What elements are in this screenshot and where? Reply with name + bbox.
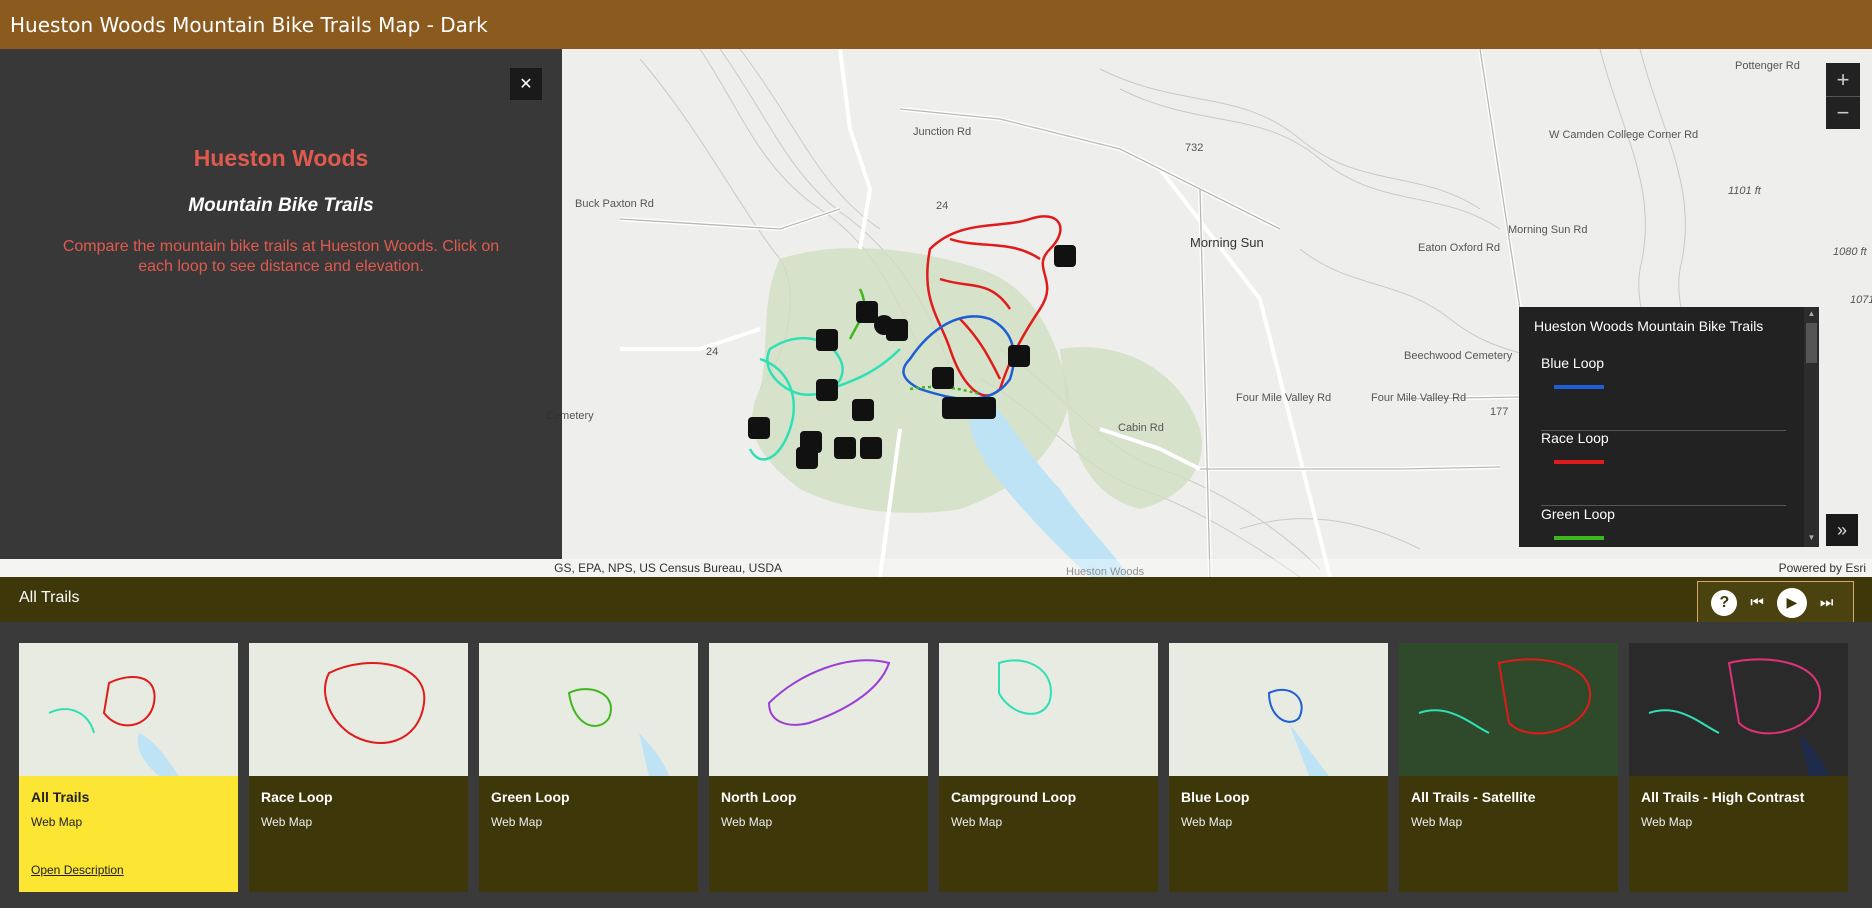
card-type: Web Map	[1181, 815, 1233, 829]
card-type: Web Map	[491, 815, 543, 829]
map-label-177: 177	[1490, 406, 1508, 418]
map-label-elev-1071: 1071	[1850, 294, 1872, 306]
map-label-w-camden: W Camden College Corner Rd	[1549, 129, 1698, 141]
legend-label: Blue Loop	[1541, 355, 1605, 371]
help-button[interactable]: ?	[1711, 589, 1738, 616]
app-header: Hueston Woods Mountain Bike Trails Map -…	[0, 0, 1872, 49]
card-thumbnail	[709, 643, 928, 776]
map-label-elev-1080: 1080 ft	[1833, 246, 1868, 258]
next-button[interactable]: ⏭	[1814, 590, 1840, 616]
zoom-control: + −	[1826, 63, 1860, 129]
map-label-pottenger: Pottenger Rd	[1735, 60, 1800, 72]
close-icon: ✕	[519, 76, 533, 93]
card-title: Blue Loop	[1181, 789, 1250, 805]
map-label-24b: 24	[706, 346, 718, 358]
card-title: Campground Loop	[951, 789, 1077, 805]
card-title: All Trails	[31, 789, 90, 805]
close-description-button[interactable]: ✕	[510, 68, 542, 100]
card-title: All Trails - Satellite	[1411, 789, 1536, 805]
open-description-link[interactable]: Open Description	[31, 863, 124, 877]
legend-swatch	[1554, 385, 1604, 389]
description-text: Compare the mountain bike trails at Hues…	[62, 238, 500, 275]
map-label-buck-paxton: Buck Paxton Rd	[575, 198, 654, 210]
card-title: All Trails - High Contrast	[1641, 789, 1805, 805]
legend-swatch	[1554, 536, 1604, 540]
card-race-loop[interactable]: Race Loop Web Map	[249, 643, 468, 892]
scroll-up-icon[interactable]: ▲	[1804, 309, 1819, 318]
app-title: Hueston Woods Mountain Bike Trails Map -…	[10, 12, 488, 37]
map-legend: Hueston Woods Mountain Bike Trails Blue …	[1519, 307, 1819, 547]
legend-item-blue-loop: Blue Loop	[1541, 355, 1786, 431]
description-subheading: Mountain Bike Trails	[188, 195, 374, 216]
card-green-loop[interactable]: Green Loop Web Map	[479, 643, 698, 892]
legend-label: Race Loop	[1541, 430, 1609, 446]
gallery-bar: All Trails ? ⏮ ▶ ⏭	[0, 577, 1872, 624]
card-type: Web Map	[1411, 815, 1463, 829]
map-label-four-mile-a: Four Mile Valley Rd	[1236, 392, 1331, 404]
card-all-trails-high-contrast[interactable]: All Trails - High Contrast Web Map	[1629, 643, 1848, 892]
card-north-loop[interactable]: North Loop Web Map	[709, 643, 928, 892]
description-panel: ✕ Hueston Woods Mountain Bike Trails Com…	[0, 49, 562, 559]
legend-swatch	[1554, 460, 1604, 464]
playback-controls: ? ⏮ ▶ ⏭	[1697, 581, 1854, 624]
legend-scrollbar[interactable]: ▲ ▼	[1804, 307, 1819, 547]
map-label-elev-1101: 1101 ft	[1728, 185, 1762, 197]
card-campground-loop[interactable]: Campground Loop Web Map	[939, 643, 1158, 892]
card-title: North Loop	[721, 789, 797, 805]
legend-toggle-button[interactable]: »	[1826, 514, 1858, 546]
card-title: Race Loop	[261, 789, 333, 805]
card-type: Web Map	[1641, 815, 1693, 829]
card-type: Web Map	[261, 815, 313, 829]
attribution-text: GS, EPA, NPS, US Census Bureau, USDA	[554, 561, 782, 575]
map-label-morning-sun-rd: Morning Sun Rd	[1508, 224, 1588, 236]
scrollbar-thumb[interactable]	[1806, 323, 1817, 363]
card-all-trails[interactable]: All Trails Web Map Open Description	[19, 643, 238, 892]
description-heading: Hueston Woods	[193, 145, 369, 171]
card-type: Web Map	[951, 815, 1003, 829]
play-button[interactable]: ▶	[1776, 587, 1807, 618]
gallery-title: All Trails	[19, 589, 80, 606]
legend-label: Green Loop	[1541, 506, 1615, 522]
card-thumbnail	[1399, 643, 1618, 776]
legend-item-race-loop: Race Loop	[1541, 430, 1786, 506]
map-label-eaton-oxford: Eaton Oxford Rd	[1418, 242, 1500, 254]
gallery-cards: All Trails Web Map Open Description Race…	[0, 622, 1872, 908]
legend-item-green-loop: Green Loop	[1541, 506, 1786, 547]
map-label-four-mile-b: Four Mile Valley Rd	[1371, 392, 1466, 404]
double-chevron-right-icon: »	[1836, 519, 1847, 540]
map-label-morning-sun: Morning Sun	[1190, 235, 1264, 250]
card-thumbnail	[249, 643, 468, 776]
map-attribution: GS, EPA, NPS, US Census Bureau, USDA Pow…	[0, 559, 1872, 577]
card-thumbnail	[1169, 643, 1388, 776]
card-blue-loop[interactable]: Blue Loop Web Map	[1169, 643, 1388, 892]
map-label-beechwood: Beechwood Cemetery	[1404, 350, 1513, 362]
map-label-24a: 24	[936, 200, 948, 212]
scroll-down-icon[interactable]: ▼	[1804, 533, 1819, 542]
zoom-out-button[interactable]: −	[1826, 96, 1860, 129]
legend-title: Hueston Woods Mountain Bike Trails	[1534, 318, 1764, 334]
zoom-in-button[interactable]: +	[1826, 63, 1860, 96]
card-title: Green Loop	[491, 789, 570, 805]
card-thumbnail	[19, 643, 238, 776]
card-type: Web Map	[31, 815, 83, 829]
card-thumbnail	[1629, 643, 1848, 776]
powered-by[interactable]: Powered by Esri	[1779, 561, 1866, 575]
map-label-732: 732	[1185, 142, 1203, 154]
map-label-junction: Junction Rd	[913, 126, 971, 138]
card-thumbnail	[479, 643, 698, 776]
card-all-trails-satellite[interactable]: All Trails - Satellite Web Map	[1399, 643, 1618, 892]
previous-button[interactable]: ⏮	[1744, 590, 1770, 616]
map-label-cabin: Cabin Rd	[1118, 422, 1164, 434]
card-thumbnail	[939, 643, 1158, 776]
card-type: Web Map	[721, 815, 773, 829]
